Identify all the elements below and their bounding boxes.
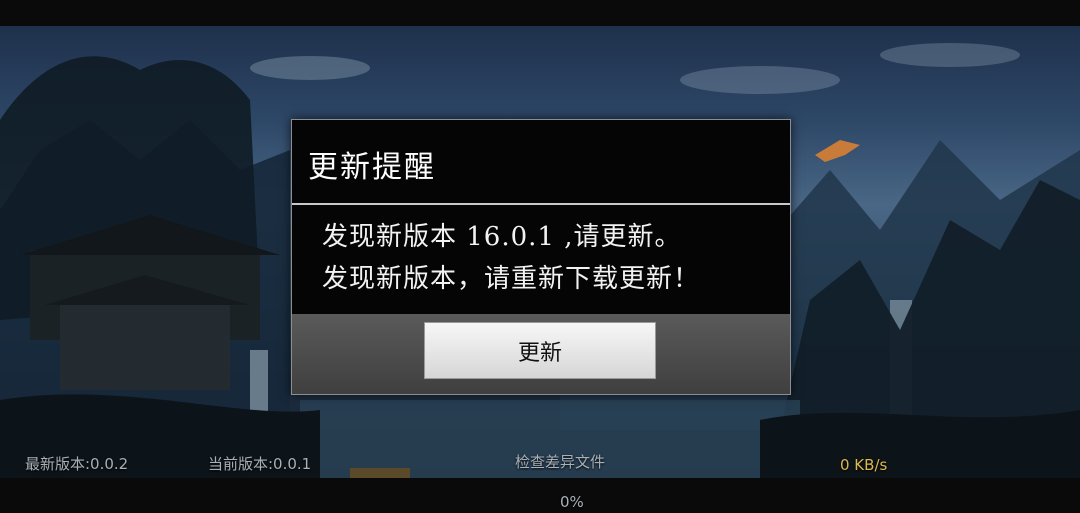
top-border xyxy=(0,0,1080,26)
bottom-border xyxy=(0,478,1080,513)
progress-percent-label: 0% xyxy=(560,493,584,511)
download-speed-label: 0 KB/s xyxy=(840,456,888,474)
dialog-footer: 更新 xyxy=(292,314,790,394)
update-button[interactable]: 更新 xyxy=(424,322,656,379)
dialog-message-line2: 发现新版本，请重新下载更新！ xyxy=(322,264,701,294)
dialog-divider xyxy=(292,203,790,205)
update-reminder-dialog: 更新提醒 发现新版本 16.0.1 ,请更新。 发现新版本，请重新下载更新！ 更… xyxy=(291,119,791,395)
current-version-label: 当前版本:0.0.1 xyxy=(208,455,312,473)
dialog-message-line1: 发现新版本 16.0.1 ,请更新。 xyxy=(322,222,682,252)
task-status-label: 检查差异文件 xyxy=(515,453,606,471)
dialog-title: 更新提醒 xyxy=(308,150,436,185)
dialog-body: 更新提醒 发现新版本 16.0.1 ,请更新。 发现新版本，请重新下载更新！ xyxy=(292,120,790,314)
latest-version-label: 最新版本:0.0.2 xyxy=(25,455,129,473)
